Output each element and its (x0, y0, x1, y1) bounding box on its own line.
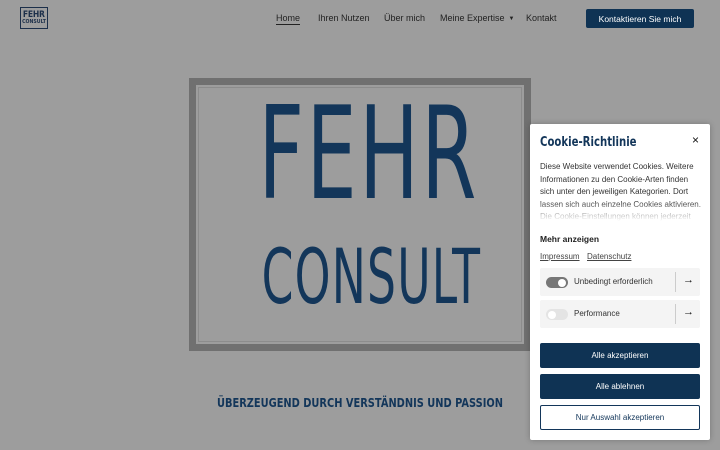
nav-home[interactable]: Home (276, 13, 301, 25)
impressum-link[interactable]: Impressum (540, 252, 580, 261)
site-logo[interactable]: FEHR CONSULT (20, 7, 48, 29)
category-divider (675, 304, 676, 324)
cookie-category-label: Unbedingt erforderlich (574, 277, 653, 286)
cookie-category-performance: Performance → (540, 300, 700, 328)
toggle-knob (548, 310, 556, 319)
site-header: FEHR CONSULT Home Ihren Nutzen Über mich… (0, 0, 720, 38)
contact-button[interactable]: Kontaktieren Sie mich (586, 9, 694, 28)
cookie-category-label: Performance (574, 309, 620, 318)
hero-logo-line1: FEHR (258, 80, 479, 229)
nav-meine-expertise[interactable]: Meine Expertise ▼ (440, 13, 514, 23)
cookie-banner: Cookie-Richtlinie × Diese Website verwen… (530, 124, 710, 440)
nav-kontakt[interactable]: Kontakt (526, 13, 557, 23)
toggle-knob (558, 278, 566, 287)
close-icon[interactable]: × (692, 133, 699, 147)
arrow-right-icon[interactable]: → (683, 306, 694, 318)
category-divider (675, 272, 676, 292)
accept-all-button[interactable]: Alle akzeptieren (540, 343, 700, 368)
hero-logo-line2: CONSULT (261, 232, 482, 321)
chevron-down-icon: ▼ (508, 16, 515, 22)
arrow-right-icon[interactable]: → (683, 274, 694, 286)
accept-selection-button[interactable]: Nur Auswahl akzeptieren (540, 405, 700, 430)
reject-all-button[interactable]: Alle ablehnen (540, 374, 700, 399)
cookie-category-necessary: Unbedingt erforderlich → (540, 268, 700, 296)
performance-toggle[interactable] (546, 309, 568, 320)
nav-ihren-nutzen[interactable]: Ihren Nutzen (318, 13, 370, 23)
nav-meine-expertise-label: Meine Expertise (440, 13, 505, 23)
datenschutz-link[interactable]: Datenschutz (587, 252, 631, 261)
logo-line2: CONSULT (22, 18, 46, 25)
cookie-text-fade (540, 201, 702, 221)
show-more-link[interactable]: Mehr anzeigen (540, 234, 599, 244)
necessary-toggle[interactable] (546, 277, 568, 288)
nav-ueber-mich[interactable]: Über mich (384, 13, 425, 23)
hero-logo: FEHR CONSULT (189, 78, 531, 351)
cookie-title: Cookie-Richtlinie (540, 135, 637, 150)
